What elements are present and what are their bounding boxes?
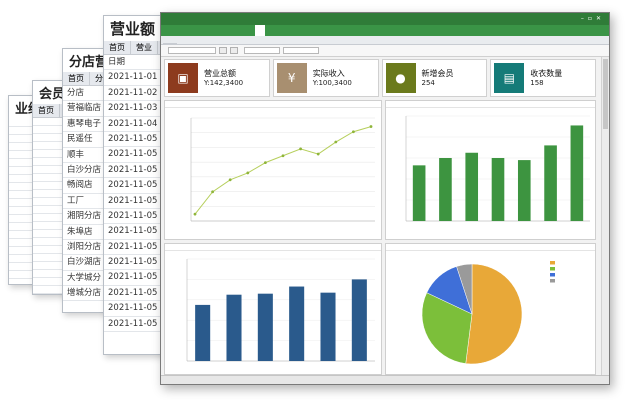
data-point xyxy=(211,190,214,194)
toolbar xyxy=(161,45,609,57)
menu-item[interactable] xyxy=(245,25,255,36)
bar xyxy=(257,293,273,361)
date-from-field[interactable] xyxy=(244,47,280,54)
tab-dashboard[interactable] xyxy=(163,43,177,44)
bar xyxy=(517,160,531,221)
summary-cards: ▣ 营业总额 Y:142,3400 ¥ 实际收入 Y:100,3400 ● 新增会员 254 ▤ 收… xyxy=(164,59,596,97)
bar xyxy=(570,125,584,221)
wallet-icon: ▣ xyxy=(168,63,198,93)
window-controls[interactable]: –▫✕ xyxy=(581,15,605,22)
menu-item[interactable] xyxy=(295,25,305,36)
bg-tab[interactable]: 首页 xyxy=(33,104,60,117)
scrollbar-thumb[interactable] xyxy=(603,59,608,129)
summary-card[interactable]: ¥ 实际收入 Y:100,3400 xyxy=(272,59,379,97)
menu-item[interactable] xyxy=(275,25,285,36)
money-bag-icon: ¥ xyxy=(276,63,307,93)
main-window: –▫✕ ▣ 营业总额 Y:142,3400 ¥ 实际收入 Y:100,3400 ● 新增会员 2… xyxy=(160,12,610,385)
data-point xyxy=(299,147,302,151)
summary-card[interactable]: ▣ 营业总额 Y:142,3400 xyxy=(164,59,270,97)
bg-tab[interactable]: 营业 xyxy=(131,41,158,54)
card-label: 实际收入 xyxy=(312,68,345,78)
legend-swatch xyxy=(550,261,555,265)
bg-tab[interactable]: 首页 xyxy=(63,72,90,85)
card-label: 收衣数量 xyxy=(530,68,563,78)
member-pie-chart xyxy=(421,261,555,365)
menu-item[interactable] xyxy=(305,25,315,36)
legend-swatch xyxy=(550,267,555,271)
series-line xyxy=(194,126,372,215)
data-point xyxy=(352,130,355,134)
legend-swatch xyxy=(550,273,555,277)
card-value: 254 xyxy=(421,78,435,87)
menu-item[interactable] xyxy=(325,25,335,36)
data-point xyxy=(193,212,197,216)
menu-item[interactable] xyxy=(235,25,245,36)
panel-title xyxy=(386,101,595,108)
bar xyxy=(439,158,452,221)
tab-strip xyxy=(161,36,609,45)
bg-tab[interactable]: 首页 xyxy=(104,41,131,54)
summary-card[interactable]: ▤ 收衣数量 158 xyxy=(490,59,596,97)
legend-swatch xyxy=(550,279,555,283)
menu-item[interactable] xyxy=(315,25,325,36)
revenue-line-chart xyxy=(190,117,375,222)
vertical-scrollbar[interactable] xyxy=(601,57,609,377)
data-point xyxy=(281,154,285,158)
status-bar xyxy=(161,375,609,384)
menu-item[interactable] xyxy=(225,25,235,36)
branch-bar-chart xyxy=(405,115,590,222)
bar-chart-panel-bottom xyxy=(164,243,382,375)
panel-title xyxy=(386,244,595,251)
card-label: 新增会员 xyxy=(421,68,454,78)
menu-item[interactable] xyxy=(175,25,185,36)
shirt-icon: ▤ xyxy=(494,63,525,93)
bar xyxy=(226,294,242,361)
panel-title xyxy=(165,244,381,251)
pie-slice xyxy=(465,263,523,365)
menu-item[interactable] xyxy=(265,25,275,36)
data-point xyxy=(246,171,250,175)
branch-select[interactable] xyxy=(168,47,216,54)
data-point xyxy=(334,140,338,144)
menu-item[interactable] xyxy=(255,25,265,36)
title-bar: –▫✕ xyxy=(161,13,609,25)
menu-item[interactable] xyxy=(185,25,195,36)
data-point xyxy=(369,125,373,128)
bar xyxy=(351,279,367,361)
bar xyxy=(465,152,479,221)
bar xyxy=(412,165,426,221)
bar xyxy=(195,304,211,361)
bar-chart-panel-top xyxy=(385,100,596,240)
bar xyxy=(289,286,305,361)
date-to-field[interactable] xyxy=(283,47,319,54)
data-point xyxy=(228,178,232,182)
panel-title xyxy=(165,101,381,108)
pie-chart-panel xyxy=(385,243,596,375)
menu-item[interactable] xyxy=(205,25,215,36)
bar xyxy=(491,158,505,221)
member-bar-chart xyxy=(186,258,375,362)
card-value: Y:142,3400 xyxy=(204,78,244,87)
card-label: 营业总额 xyxy=(204,68,236,78)
card-value: Y:100,3400 xyxy=(312,78,352,87)
bar xyxy=(544,145,557,221)
next-button[interactable] xyxy=(230,47,238,54)
prev-button[interactable] xyxy=(219,47,227,54)
line-chart-panel xyxy=(164,100,382,240)
card-value: 158 xyxy=(530,78,544,87)
menu-item[interactable] xyxy=(165,25,175,36)
data-point xyxy=(264,161,267,165)
menu-bar xyxy=(161,25,609,36)
user-icon: ● xyxy=(385,63,416,93)
menu-item[interactable] xyxy=(215,25,225,36)
summary-card[interactable]: ● 新增会员 254 xyxy=(381,59,488,97)
menu-item[interactable] xyxy=(285,25,295,36)
menu-item[interactable] xyxy=(195,25,205,36)
bar xyxy=(320,292,336,361)
data-point xyxy=(316,152,320,156)
